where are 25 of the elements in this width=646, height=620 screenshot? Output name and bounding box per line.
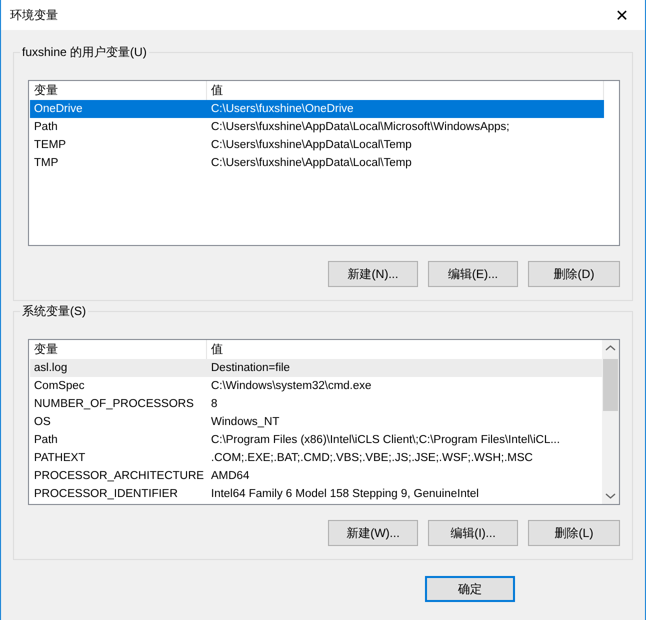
table-row[interactable]: TEMP C:\Users\fuxshine\AppData\Local\Temp [30,136,604,154]
ok-button[interactable]: 确定 [425,576,515,602]
window-title: 环境变量 [10,6,58,24]
table-row[interactable]: Path C:\Users\fuxshine\AppData\Local\Microsoft\WindowsApps; [30,118,604,136]
dialog-button[interactable]: 编辑(I)... [428,520,518,546]
selected-row[interactable]: asl.log Destination=file [30,359,602,377]
dialog-button[interactable]: 新建(W)... [328,520,418,546]
scrollbar[interactable] [602,340,619,504]
table-row[interactable]: ComSpec C:\Windows\system32\cmd.exe [30,377,602,395]
variable-list[interactable]: 变量 值 OneDrive C:\Users\fuxshine\OneDrive Path C:\Users\fuxshine\AppData\Local\Microsoft\WindowsApps; TEMP C:\Users\fuxshine\AppData\Local\Temp TMP C:\Users\fuxshine\AppData\Local\Temp [28,80,620,246]
dialog-button[interactable]: 新建(N)... [328,261,418,287]
variable-list[interactable] [28,339,620,505]
dialog-button[interactable]: 删除(L) [528,520,620,546]
dialog-button[interactable]: 删除(D) [528,261,620,287]
table-row[interactable]: OS Windows_NT [30,413,602,431]
table-row[interactable]: NUMBER_OF_PROCESSORS 8 [30,395,602,413]
group-title: fuxshine 的用户变量(U) [20,44,149,60]
table-row[interactable]: TMP C:\Users\fuxshine\AppData\Local\Temp [30,154,604,172]
table-row[interactable]: PATHEXT .COM;.EXE;.BAT;.CMD;.VBS;.VBE;.JS;.JSE;.WSF;.WSH;.MSC [30,449,602,467]
table-row[interactable]: PROCESSOR_IDENTIFIER Intel64 Family 6 Model 158 Stepping 9, GenuineIntel [30,485,602,503]
selected-row[interactable]: OneDrive C:\Users\fuxshine\OneDrive [30,100,604,118]
group-title: 系统变量(S) [20,303,88,319]
table-row[interactable]: PROCESSOR_ARCHITECTURE AMD64 [30,467,602,485]
table-row[interactable]: Path C:\Program Files (x86)\Intel\iCLS Client\;C:\Program Files\Intel\iCL... [30,431,602,449]
dialog-button[interactable]: 编辑(E)... [428,261,518,287]
